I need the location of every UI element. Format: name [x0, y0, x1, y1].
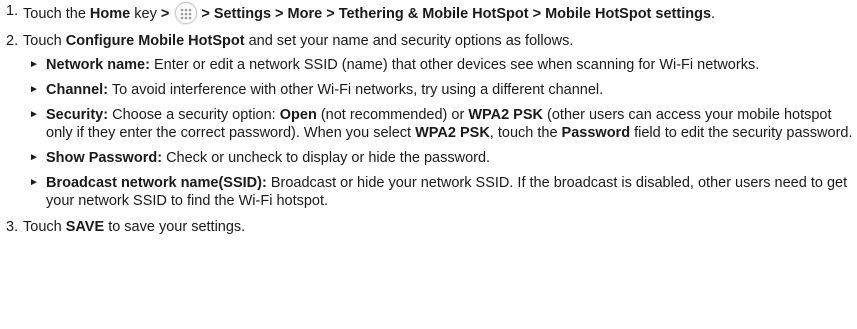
step-text: and set your name and security options a… — [248, 33, 574, 49]
item-label: Show Password: — [46, 150, 163, 166]
wpa2-option-label: WPA2 PSK — [468, 107, 543, 123]
step-2: 2. Touch Configure Mobile HotSpot and se… — [0, 32, 857, 210]
step-end: . — [711, 6, 716, 22]
step-text: key — [134, 6, 157, 22]
home-key-label: Home — [89, 6, 131, 22]
step-1: 1. Touch the Home key > > Settings > More… — [0, 2, 857, 24]
item-text: (not recommended) or — [320, 107, 465, 123]
path-separator: > — [160, 6, 170, 22]
save-label: SAVE — [65, 219, 105, 235]
item-text: Choose a security option: — [112, 107, 276, 123]
item-text: Enter or edit a network SSID (name) that… — [153, 57, 760, 73]
apps-grid-icon — [175, 2, 198, 24]
bullet-icon: ► — [29, 152, 39, 163]
list-item-channel: ► Channel: To avoid interference with ot… — [23, 81, 857, 99]
settings-path: > Settings > More > Tethering & Mobile H… — [201, 6, 712, 22]
open-option-label: Open — [279, 107, 317, 123]
list-item-network-name: ► Network name: Enter or edit a network … — [23, 56, 857, 74]
step-text: to save your settings. — [108, 219, 246, 235]
step-number: 2. — [6, 33, 19, 49]
item-text: field to edit the security password. — [634, 125, 853, 141]
bullet-icon: ► — [29, 59, 39, 70]
password-field-label: Password — [561, 125, 631, 141]
list-item-security: ► Security: Choose a security option: Op… — [23, 106, 857, 142]
bullet-icon: ► — [29, 177, 39, 188]
instructions: 1. Touch the Home key > > Settings > More… — [0, 2, 857, 244]
bullet-icon: ► — [29, 109, 39, 120]
step-number: 3. — [6, 219, 19, 235]
item-label: Channel: — [46, 82, 109, 98]
options-list: ► Network name: Enter or edit a network … — [23, 56, 857, 210]
step-text: Touch — [23, 33, 62, 49]
item-label: Security: — [46, 107, 109, 123]
item-text: Check or uncheck to display or hide the … — [166, 150, 491, 166]
step-text: Touch — [23, 219, 62, 235]
configure-hotspot-label: Configure Mobile HotSpot — [65, 33, 245, 49]
step-3: 3. Touch SAVE to save your settings. — [0, 218, 857, 236]
step-text: Touch the — [23, 6, 86, 22]
bullet-icon: ► — [29, 84, 39, 95]
list-item-show-password: ► Show Password: Check or uncheck to dis… — [23, 149, 857, 167]
item-label: Broadcast network name(SSID): — [46, 175, 267, 191]
item-text: , touch the — [489, 125, 558, 141]
step-number: 1. — [6, 3, 19, 19]
wpa2-option-label: WPA2 PSK — [415, 125, 490, 141]
list-item-broadcast-ssid: ► Broadcast network name(SSID): Broadcas… — [23, 174, 857, 210]
item-text: To avoid interference with other Wi-Fi n… — [111, 82, 604, 98]
item-label: Network name: — [46, 57, 150, 73]
